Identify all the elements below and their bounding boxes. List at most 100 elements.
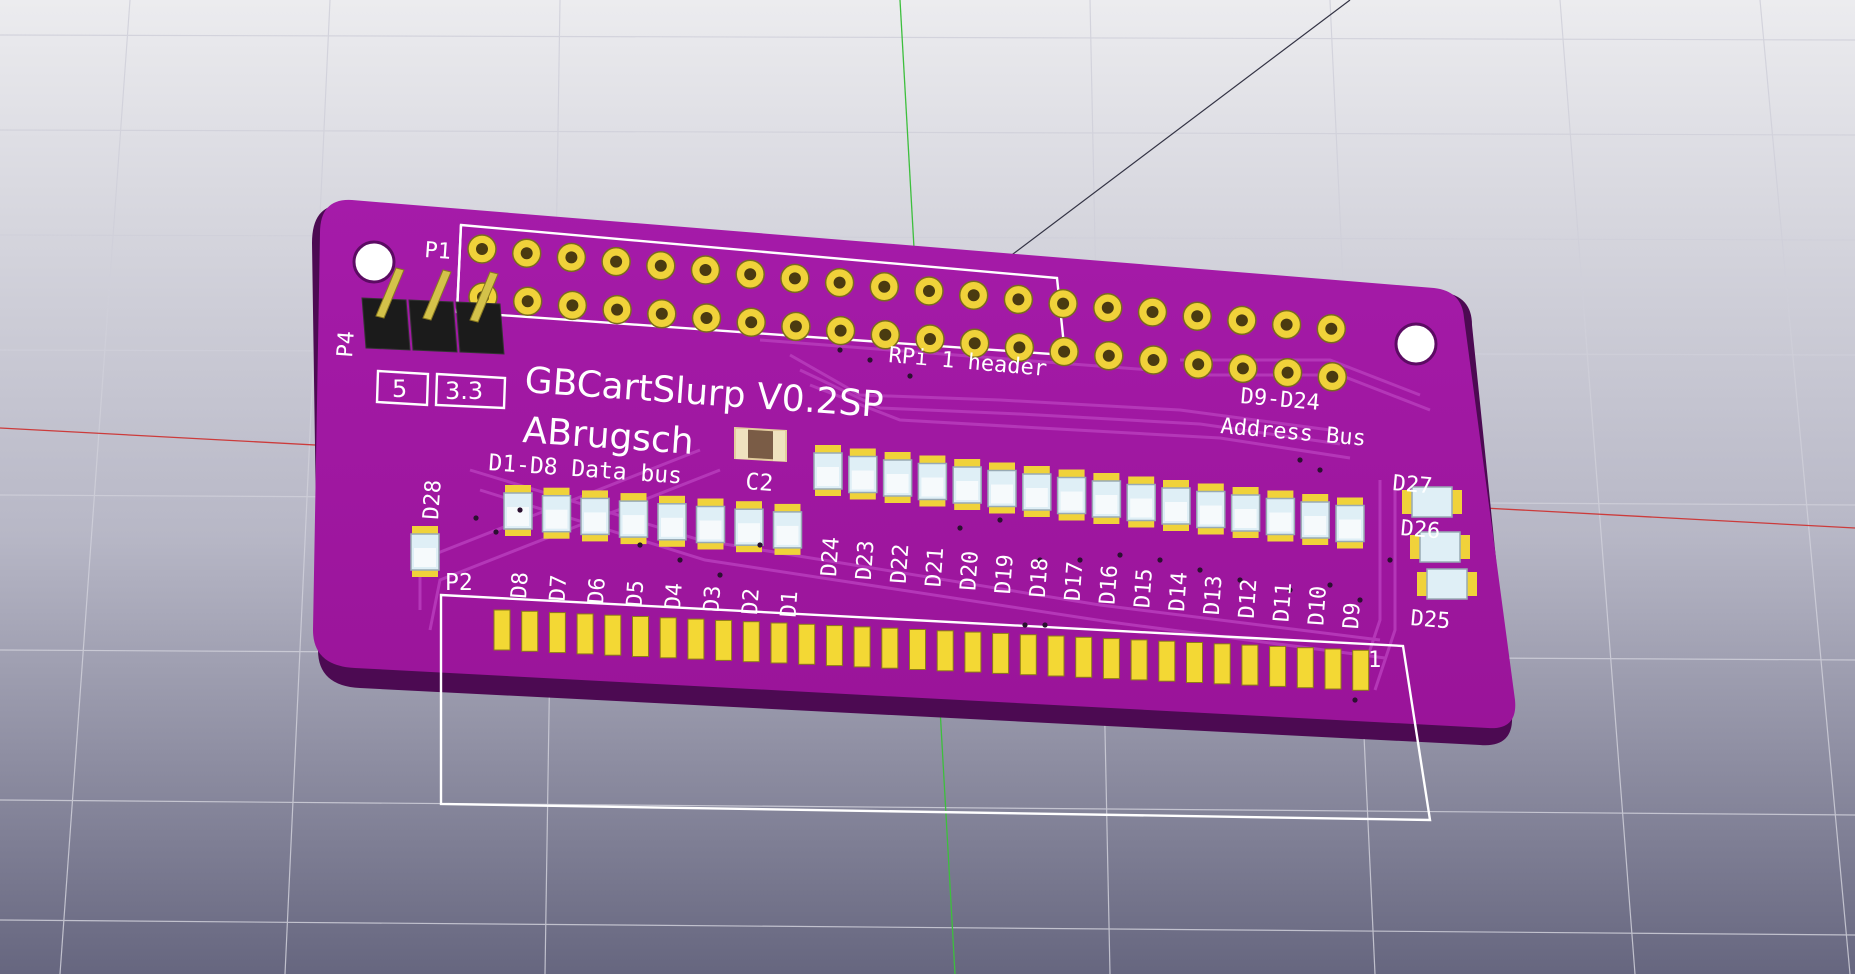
via (1317, 467, 1323, 473)
led-label-d5: D5 (623, 579, 650, 607)
p2-pad (853, 626, 871, 668)
led-label-d16: D16 (1095, 564, 1123, 605)
led-d5 (618, 493, 649, 545)
p2-pad (992, 632, 1010, 674)
p2-pad (1158, 640, 1176, 682)
p2-pad (548, 612, 566, 654)
led-d4 (657, 495, 687, 547)
via (1357, 597, 1363, 603)
led-label-d7: D7 (546, 574, 573, 602)
led-d7 (541, 487, 572, 539)
p2-pad (742, 621, 760, 663)
led-label-d14: D14 (1165, 571, 1193, 612)
via (517, 507, 523, 513)
led-label-d9: D9 (1339, 602, 1366, 630)
p4-pin-33-label: 3.3 (445, 377, 483, 405)
p2-pad (1241, 644, 1259, 686)
p4-pin-5-label: 5 (392, 375, 407, 403)
via (757, 542, 763, 548)
via (837, 347, 843, 353)
led-d17 (1056, 469, 1087, 521)
via (637, 542, 643, 548)
p2-pad (1047, 635, 1065, 677)
led-label-d3: D3 (700, 585, 727, 613)
p2-label: P2 (445, 570, 473, 596)
p2-pad (493, 609, 511, 651)
p1-label: P1 (424, 238, 452, 265)
p2-pad (1269, 645, 1287, 687)
via (1022, 622, 1028, 628)
p2-pad (936, 630, 954, 672)
p2-pad (770, 622, 788, 664)
via (677, 557, 683, 563)
p2-pad (1352, 649, 1370, 691)
p2-pin1-label: 1 (1368, 648, 1381, 673)
led-d10 (1300, 494, 1330, 545)
p2-pad (909, 629, 926, 670)
p4-label: P4 (333, 330, 360, 358)
led-d25 (1417, 568, 1477, 600)
via (1042, 622, 1048, 628)
led-d16 (1091, 473, 1122, 524)
led-label-d1: D1 (777, 590, 804, 618)
via (867, 357, 873, 363)
led-d6 (580, 490, 610, 542)
capacitor-c2 (734, 426, 787, 463)
p2-pad (659, 617, 677, 659)
led-label-d21: D21 (921, 547, 949, 588)
led-d22 (882, 452, 913, 503)
led-label-d4: D4 (661, 582, 688, 610)
p2-pad (1075, 636, 1093, 678)
led-d23 (848, 448, 878, 500)
led-label-d8: D8 (507, 571, 534, 599)
via (493, 529, 499, 535)
led-d19 (987, 462, 1017, 514)
led-d21 (917, 455, 948, 507)
d27-label: D27 (1391, 471, 1433, 499)
led-label-d20: D20 (956, 550, 984, 591)
led-label-d18: D18 (1026, 557, 1054, 598)
via (997, 517, 1003, 523)
d26-label: D26 (1399, 516, 1441, 544)
p2-pad (521, 610, 539, 652)
p2-pad (1213, 643, 1231, 685)
p2-pad (576, 613, 594, 655)
p2-pad (1296, 647, 1314, 689)
p2-pad (1324, 648, 1342, 690)
d25-label: D25 (1409, 606, 1451, 634)
led-label-d10: D10 (1304, 585, 1332, 626)
led-d12 (1230, 487, 1261, 538)
via (1352, 697, 1358, 703)
via (717, 572, 723, 578)
p2-pad (715, 619, 733, 661)
p2-pad (798, 623, 816, 665)
p2-pad (825, 625, 843, 667)
led-label-d22: D22 (887, 543, 915, 584)
led-d18 (1022, 466, 1052, 517)
via (473, 515, 479, 521)
led-d15 (1126, 476, 1156, 528)
led-label-d23: D23 (852, 540, 880, 581)
via (1387, 557, 1393, 563)
led-label-d17: D17 (1061, 561, 1089, 602)
led-d24 (813, 445, 843, 496)
c2-label: C2 (745, 469, 774, 497)
p2-pad (1019, 634, 1037, 676)
p2-pad (1130, 639, 1148, 681)
p2-pad (964, 631, 982, 673)
led-label-d13: D13 (1200, 575, 1228, 616)
led-d13 (1196, 483, 1226, 535)
via (907, 373, 913, 379)
via (1197, 567, 1203, 573)
p2-pad (1102, 638, 1120, 680)
via (1297, 457, 1303, 463)
led-d20 (952, 459, 982, 510)
pcb-3d-viewer-canvas[interactable]: P1 RPi 1 header P4 5 3.3 GBCartSlurp V0.… (0, 0, 1855, 974)
p2-pad (881, 627, 899, 669)
p2-pad (632, 616, 649, 657)
d28-label: D28 (419, 479, 447, 520)
via (1157, 557, 1163, 563)
led-d28 (410, 526, 440, 577)
led-label-d2: D2 (738, 587, 765, 615)
led-d14 (1161, 480, 1191, 531)
